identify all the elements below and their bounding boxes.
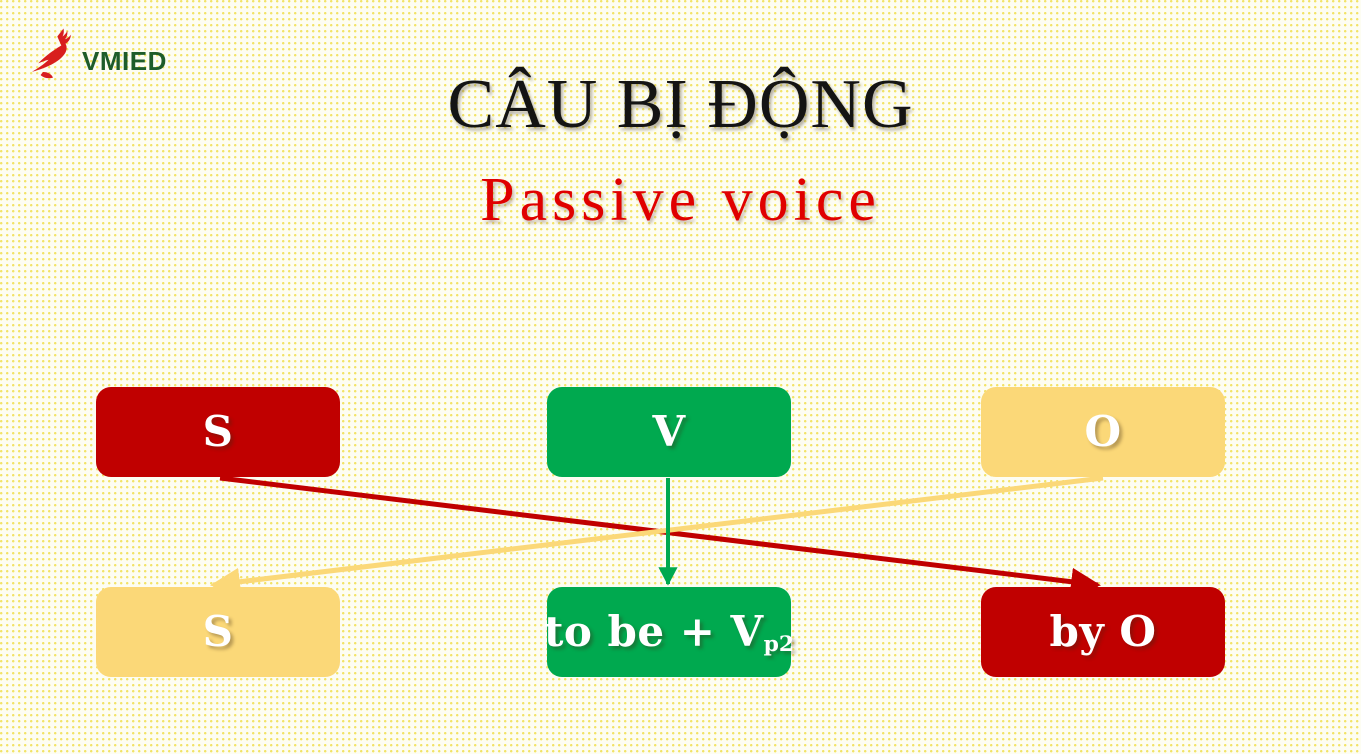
diagram-box-label-subscript: p2 <box>763 630 795 657</box>
diagram-box-active-verb[interactable]: V <box>547 387 791 477</box>
arrow-subject-to-agent <box>219 475 1101 596</box>
diagram-box-passive-agent[interactable]: by O <box>981 587 1225 677</box>
diagram-box-passive-verb[interactable]: to be + Vp2 <box>544 587 794 677</box>
diagram-box-label: S <box>202 607 234 656</box>
arrow-object-to-subject <box>210 475 1104 596</box>
page-title-vietnamese: CÂU BỊ ĐỘNG <box>447 66 914 143</box>
diagram-box-label: S <box>202 407 234 456</box>
diagram-box-active-object[interactable]: O <box>981 387 1225 477</box>
diagram-box-label-composite: to be + Vp2 <box>544 611 794 655</box>
slide-canvas: VMIED CÂU BỊ ĐỘNG Passive voice S V O S … <box>0 0 1361 754</box>
page-subtitle-english: Passive voice <box>480 166 881 234</box>
diagram-box-label: by O <box>1049 607 1157 656</box>
diagram-box-label: V <box>652 407 686 456</box>
diagram-box-passive-subject[interactable]: S <box>96 587 340 677</box>
diagram-box-label: O <box>1084 407 1122 456</box>
diagram-box-label-main: to be + V <box>543 607 764 656</box>
diagram-box-active-subject[interactable]: S <box>96 387 340 477</box>
